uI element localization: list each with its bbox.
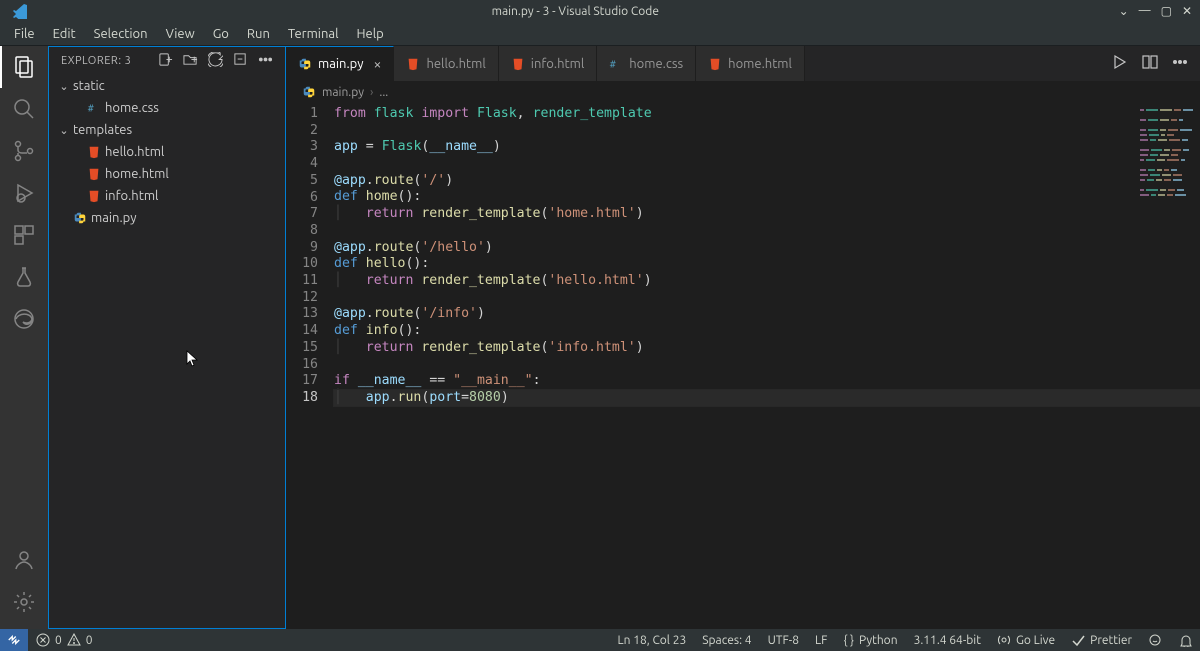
bell-icon <box>1178 633 1192 647</box>
split-editor-icon[interactable] <box>1142 54 1158 73</box>
activity-accounts[interactable] <box>0 539 48 581</box>
new-file-icon[interactable] <box>158 52 173 70</box>
refresh-icon[interactable] <box>208 52 223 70</box>
close-icon[interactable]: ✕ <box>1182 4 1192 18</box>
status-prettier[interactable]: Prettier <box>1063 633 1140 647</box>
remote-indicator-icon[interactable] <box>0 629 28 651</box>
error-icon <box>36 633 50 647</box>
activity-bar <box>0 46 48 629</box>
minimize-icon[interactable]: — <box>1139 4 1151 18</box>
status-notifications[interactable] <box>1170 633 1200 647</box>
activity-settings[interactable] <box>0 581 48 623</box>
tab-bar: main.py × hello.html info.html home.css … <box>286 46 1200 81</box>
tab-home-html[interactable]: home.html <box>696 46 805 81</box>
more-actions-icon[interactable] <box>1172 54 1188 73</box>
activity-explorer[interactable] <box>0 46 48 88</box>
css-file-icon <box>85 101 103 115</box>
folder-templates[interactable]: ⌄ templates <box>49 119 285 141</box>
html-file-icon <box>85 189 103 203</box>
status-encoding[interactable]: UTF-8 <box>760 634 807 647</box>
menu-run[interactable]: Run <box>239 25 278 43</box>
file-home-css[interactable]: home.css <box>49 97 285 119</box>
code-editor[interactable]: 123456789101112131415161718 from flask i… <box>286 103 1200 629</box>
menu-file[interactable]: File <box>6 25 43 43</box>
chevron-down-icon[interactable]: ⌄ <box>1119 4 1129 18</box>
tab-hello-html[interactable]: hello.html <box>394 46 498 81</box>
activity-search[interactable] <box>0 88 48 130</box>
html-file-icon <box>85 167 103 181</box>
file-tree: ⌄ static home.css ⌄ templates hello.html… <box>49 75 285 229</box>
html-file-icon <box>708 57 722 71</box>
status-cursor[interactable]: Ln 18, Col 23 <box>610 634 695 647</box>
python-file-icon <box>71 211 89 225</box>
menu-bar: File Edit Selection View Go Run Terminal… <box>0 22 1200 46</box>
status-interpreter[interactable]: 3.11.4 64-bit <box>906 634 989 647</box>
menu-go[interactable]: Go <box>205 25 237 43</box>
explorer-title: EXPLORER: 3 <box>61 55 131 67</box>
menu-view[interactable]: View <box>158 25 203 43</box>
editor-group: main.py × hello.html info.html home.css … <box>286 46 1200 629</box>
menu-help[interactable]: Help <box>348 25 391 43</box>
tab-home-css[interactable]: home.css <box>597 46 696 81</box>
menu-selection[interactable]: Selection <box>86 25 156 43</box>
minimap[interactable] <box>1140 109 1194 169</box>
title-bar: main.py - 3 - Visual Studio Code ⌄ — ▢ ✕ <box>0 0 1200 22</box>
html-file-icon <box>85 145 103 159</box>
breadcrumb[interactable]: main.py › ... <box>286 81 1200 103</box>
file-hello-html[interactable]: hello.html <box>49 141 285 163</box>
status-problems[interactable]: 0 0 <box>28 633 101 647</box>
collapse-all-icon[interactable] <box>233 52 248 70</box>
window-title: main.py - 3 - Visual Studio Code <box>40 5 1111 18</box>
warning-icon <box>67 633 81 647</box>
chevron-down-icon: ⌄ <box>57 80 71 93</box>
tab-info-html[interactable]: info.html <box>499 46 597 81</box>
status-golive[interactable]: Go Live <box>989 633 1063 647</box>
folder-static[interactable]: ⌄ static <box>49 75 285 97</box>
check-icon <box>1071 633 1085 647</box>
html-file-icon <box>511 57 525 71</box>
menu-edit[interactable]: Edit <box>45 25 84 43</box>
broadcast-icon <box>997 633 1011 647</box>
feedback-icon <box>1148 633 1162 647</box>
python-file-icon <box>298 57 312 71</box>
maximize-icon[interactable]: ▢ <box>1161 4 1172 18</box>
activity-scm[interactable] <box>0 130 48 172</box>
status-bar: 0 0 Ln 18, Col 23 Spaces: 4 UTF-8 LF { }… <box>0 629 1200 651</box>
activity-edge[interactable] <box>0 298 48 340</box>
html-file-icon <box>406 57 420 71</box>
explorer-sidebar: EXPLORER: 3 ⌄ static home.css ⌄ template… <box>48 46 286 629</box>
file-main-py[interactable]: main.py <box>49 207 285 229</box>
file-info-html[interactable]: info.html <box>49 185 285 207</box>
code-area[interactable]: from flask import Flask, render_template… <box>334 103 1200 629</box>
run-button-icon[interactable] <box>1112 54 1128 73</box>
activity-extensions[interactable] <box>0 214 48 256</box>
more-actions-icon[interactable] <box>258 52 273 70</box>
css-file-icon <box>609 57 623 71</box>
menu-terminal[interactable]: Terminal <box>280 25 347 43</box>
status-spaces[interactable]: Spaces: 4 <box>694 634 759 647</box>
new-folder-icon[interactable] <box>183 52 198 70</box>
status-feedback[interactable] <box>1140 633 1170 647</box>
file-home-html[interactable]: home.html <box>49 163 285 185</box>
activity-testing[interactable] <box>0 256 48 298</box>
python-file-icon <box>302 85 316 99</box>
status-language[interactable]: { } Python <box>835 634 905 647</box>
close-tab-icon[interactable]: × <box>374 56 382 72</box>
vscode-icon <box>0 3 40 19</box>
tab-main-py[interactable]: main.py × <box>286 46 394 81</box>
activity-run-debug[interactable] <box>0 172 48 214</box>
line-gutter: 123456789101112131415161718 <box>286 103 334 629</box>
chevron-down-icon: ⌄ <box>57 124 71 137</box>
status-eol[interactable]: LF <box>807 634 835 647</box>
